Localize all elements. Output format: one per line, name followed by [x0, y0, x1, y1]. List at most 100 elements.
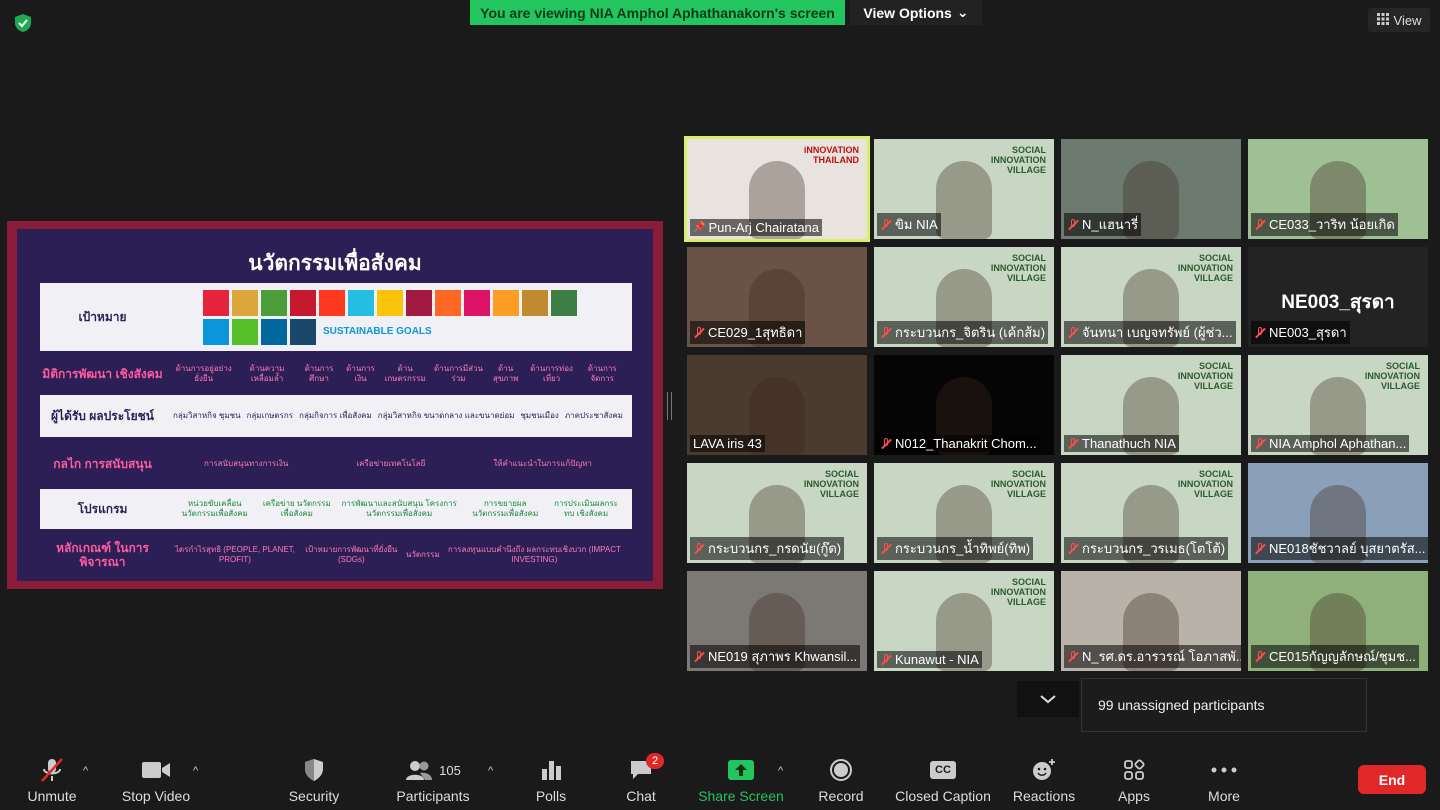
- participant-name-label: ขิม NIA: [877, 213, 941, 236]
- slide-row-cells: SUSTAINABLE GOALS: [170, 283, 626, 351]
- slide-cell: ด้านการเงิน: [346, 364, 375, 383]
- muted-mic-icon: [1254, 326, 1266, 339]
- bar-chart-icon: [540, 755, 562, 785]
- participant-name-text: N012_Thanakrit Chom...: [895, 436, 1037, 451]
- participant-video-tile[interactable]: NE003_สุรดา NE003_สุรดา: [1248, 247, 1428, 347]
- participant-video-tile[interactable]: SOCIAL INNOVATION VILLAGE ขิม NIA: [874, 139, 1054, 239]
- slide-row: เป้าหมาย SUSTAINABLE GOALS: [40, 283, 632, 351]
- slide-cell: การประเมินผลกระทบ เชิงสังคม: [554, 499, 618, 518]
- slide-cell: ด้านเกษตรกรรม: [384, 364, 426, 383]
- participant-video-tile[interactable]: SOCIAL INNOVATION VILLAGE จันทนา เบญจทรัพ…: [1061, 247, 1241, 347]
- slide-row-label: เป้าหมาย: [78, 310, 127, 324]
- muted-mic-icon: [880, 653, 892, 666]
- participant-name-label: N_แฮนารี่: [1064, 213, 1142, 236]
- muted-mic-icon: [1067, 218, 1079, 231]
- people-icon: [406, 761, 433, 780]
- sdg-goal-icon: [232, 318, 258, 345]
- reactions-button[interactable]: Reactions: [1012, 745, 1076, 810]
- slide-cell: กลุ่มวิสาหกิจ ชุมชน: [173, 411, 241, 420]
- view-options-button[interactable]: View Options ⌄: [850, 0, 982, 25]
- participant-video-tile[interactable]: CE015กัญญลักษณ์/ชุมช...: [1248, 571, 1428, 671]
- participant-name-text: NIA Amphol Aphathan...: [1269, 436, 1407, 451]
- security-shield-icon[interactable]: [12, 12, 34, 34]
- slide-cell: ให้คำแนะนำในการแก้ปัญหา: [493, 459, 592, 468]
- share-options-caret[interactable]: ^: [778, 765, 783, 777]
- slide-cell: ภาคประชาสังคม: [564, 411, 623, 420]
- sdg-goal-icon: [261, 318, 287, 345]
- participant-name-label: กระบวนกร_วรเมธ(โตโต้): [1064, 537, 1229, 560]
- participant-video-tile[interactable]: N_แฮนารี่: [1061, 139, 1241, 239]
- participants-button[interactable]: 105 Participants: [393, 745, 473, 810]
- participant-video-tile[interactable]: NE018ชัชวาลย์ บุสยาตรัส...: [1248, 463, 1428, 563]
- sdg-goal-icon: [522, 289, 548, 316]
- muted-mic-icon: [1254, 542, 1266, 555]
- security-button[interactable]: Security: [282, 745, 346, 810]
- viewing-screen-banner: You are viewing NIA Amphol Aphathanakorn…: [470, 0, 845, 25]
- shared-screen[interactable]: นวัตกรรมเพื่อสังคม เป้าหมาย SUSTAINABLE G…: [7, 221, 663, 589]
- participant-video-tile[interactable]: NE019 สุภาพร Khwansil...: [687, 571, 867, 671]
- participant-video-tile[interactable]: LAVA iris 43: [687, 355, 867, 455]
- participant-name-text: กระบวนกร_จิตริน (เค้กส้ม): [895, 325, 1046, 340]
- participant-name-text: NE018ชัชวาลย์ บุสยาตรัส...: [1269, 541, 1426, 556]
- end-meeting-button[interactable]: End: [1358, 765, 1426, 794]
- muted-mic-icon: [1067, 326, 1079, 339]
- participant-video-tile[interactable]: SOCIAL INNOVATION VILLAGE กระบวนกร_วรเมธ(…: [1061, 463, 1241, 563]
- muted-mic-icon: [1067, 542, 1079, 555]
- participant-video-tile[interactable]: SOCIAL INNOVATION VILLAGE กระบวนกร_กรดนัย…: [687, 463, 867, 563]
- slide-cell: การขยายผล นวัตกรรมเพื่อสังคม: [472, 499, 539, 518]
- participant-video-tile[interactable]: SOCIAL INNOVATION VILLAGE Kunawut - NIA: [874, 571, 1054, 671]
- participant-video-tile[interactable]: N_รศ.ดร.อารวรณ์ โอภาสพั...: [1061, 571, 1241, 671]
- sdg-goal-icon: [377, 289, 403, 316]
- collapse-chevron-button[interactable]: [1017, 681, 1079, 717]
- resize-handle[interactable]: [667, 392, 672, 420]
- participant-video-tile[interactable]: CE033_วาริท น้อยเกิด: [1248, 139, 1428, 239]
- unmute-button[interactable]: Unmute: [22, 745, 82, 810]
- chat-label: Chat: [626, 788, 656, 804]
- slide-row-label: หลักเกณฑ์ ในการพิจารณา: [56, 541, 149, 569]
- participants-label: Participants: [396, 788, 470, 804]
- participant-video-tile[interactable]: SOCIAL INNOVATION VILLAGE Thanathuch NIA: [1061, 355, 1241, 455]
- slide-cell: เครือข่าย นวัตกรรมเพื่อสังคม: [262, 499, 331, 518]
- slide-row: กลไก การสนับสนุน การสนับสนุนทางการเงิน เคร…: [40, 443, 632, 485]
- share-screen-button[interactable]: Share Screen: [698, 745, 784, 810]
- participant-video-tile[interactable]: SOCIAL INNOVATION VILLAGE กระบวนกร_น้ำทิพ…: [874, 463, 1054, 563]
- sdg-goal-icon: [464, 289, 490, 316]
- participant-video-tile[interactable]: N012_Thanakrit Chom...: [874, 355, 1054, 455]
- slide-cell: ไตรกำไรสุทธิ (PEOPLE, PLANET, PROFIT): [174, 545, 295, 564]
- participant-name-text: กระบวนกร_กรดนัย(กู๊ด): [708, 541, 842, 556]
- polls-label: Polls: [535, 788, 567, 804]
- view-label: View: [1393, 12, 1422, 28]
- muted-mic-icon: [693, 650, 705, 663]
- participants-options-caret[interactable]: ^: [488, 765, 493, 777]
- participant-video-tile[interactable]: SOCIAL INNOVATION VILLAGE NIA Amphol Apha…: [1248, 355, 1428, 455]
- apps-button[interactable]: Apps: [1112, 745, 1156, 810]
- participant-name-text: จันทนา เบญจทรัพย์ (ผู้ช่ว...: [1082, 325, 1233, 340]
- participant-name-label: 📌 Pun-Arj Chairatana: [690, 219, 823, 236]
- closed-caption-label: Closed Caption: [895, 788, 991, 804]
- sdg-goal-icon: [203, 318, 229, 345]
- sdg-goal-icon: [551, 289, 577, 316]
- participant-name-label: NIA Amphol Aphathan...: [1251, 435, 1410, 452]
- participant-name-label: N_รศ.ดร.อารวรณ์ โอภาสพั...: [1064, 645, 1241, 668]
- slide-row-label: ผู้ได้รับ ผลประโยชน์: [51, 409, 154, 423]
- stop-video-button[interactable]: Stop Video: [118, 745, 194, 810]
- video-options-caret[interactable]: ^: [193, 765, 198, 777]
- polls-button[interactable]: Polls: [526, 745, 576, 810]
- participant-video-tile[interactable]: CE029_1สุทธิดา: [687, 247, 867, 347]
- participant-video-tile[interactable]: iNNOVATION THAILAND 📌 Pun-Arj Chairatana: [684, 136, 870, 242]
- participant-video-tile[interactable]: SOCIAL INNOVATION VILLAGE กระบวนกร_จิตริน…: [874, 247, 1054, 347]
- participant-name-text: Pun-Arj Chairatana: [708, 220, 820, 235]
- slide-row-cells: หน่วยขับเคลื่อน นวัตกรรมเพื่อสังคม เครือข…: [170, 489, 626, 529]
- view-button[interactable]: View: [1368, 8, 1430, 32]
- record-button[interactable]: Record: [815, 745, 867, 810]
- muted-mic-icon: [880, 437, 892, 450]
- more-button[interactable]: More: [1200, 745, 1248, 810]
- slide-row-label: โปรแกรม: [77, 502, 128, 516]
- participant-name-label: NE019 สุภาพร Khwansil...: [690, 645, 861, 668]
- muted-mic-icon: [1067, 650, 1079, 663]
- closed-caption-button[interactable]: CC Closed Caption: [893, 745, 993, 810]
- audio-options-caret[interactable]: ^: [83, 765, 88, 777]
- participant-name-label: N012_Thanakrit Chom...: [877, 435, 1040, 452]
- participant-name-text: NE003_สุรดา: [1269, 325, 1347, 340]
- participant-name-label: Thanathuch NIA: [1064, 435, 1179, 452]
